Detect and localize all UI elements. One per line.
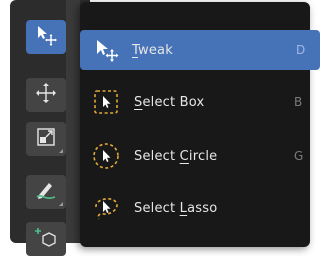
- menu-item-tweak[interactable]: Tweak D: [80, 30, 320, 70]
- toolbar-edge: [66, 0, 80, 243]
- label-text: weak: [138, 42, 173, 58]
- move-icon: [35, 82, 57, 108]
- menu-item-label: Select Box: [134, 95, 204, 110]
- mnemonic-letter: C: [179, 148, 189, 164]
- shortcut-hint: D: [296, 43, 306, 57]
- tool-scale-button[interactable]: [26, 122, 66, 156]
- shortcut-hint: B: [294, 95, 303, 109]
- tool-submenu-indicator: [59, 149, 63, 153]
- scale-icon: [36, 127, 56, 151]
- label-text: Select: [134, 200, 180, 216]
- tool-submenu-indicator: [59, 202, 63, 206]
- tweak-icon: [90, 34, 122, 66]
- tweak-icon: [35, 24, 57, 50]
- tool-move-button[interactable]: [26, 78, 66, 112]
- menu-item-select-circle[interactable]: Select Circle G: [84, 136, 310, 176]
- label-text: Select: [134, 148, 180, 164]
- label-text: elect Box: [142, 94, 205, 110]
- label-text: ircle: [188, 148, 218, 164]
- menu-item-select-lasso[interactable]: Select Lasso: [84, 188, 310, 228]
- annotate-icon: [35, 179, 57, 205]
- menu-item-label: Select Circle: [134, 149, 217, 164]
- add-cube-icon: [35, 226, 57, 252]
- tool-annotate-button[interactable]: [26, 175, 66, 209]
- mnemonic-letter: L: [179, 200, 188, 216]
- menu-item-label: Select Lasso: [134, 201, 217, 216]
- select-box-icon: [90, 86, 122, 118]
- label-text: asso: [187, 200, 218, 216]
- tool-tweak-button[interactable]: [26, 20, 66, 54]
- menu-item-label: Tweak: [132, 43, 173, 58]
- shortcut-hint: G: [294, 149, 304, 163]
- select-lasso-icon: [90, 192, 122, 224]
- tool-add-cube-button[interactable]: [26, 222, 66, 256]
- select-circle-icon: [90, 140, 122, 172]
- select-tool-menu: Tweak D Select Box B Select Circle G Sel…: [80, 2, 320, 247]
- menu-item-select-box[interactable]: Select Box B: [84, 82, 310, 122]
